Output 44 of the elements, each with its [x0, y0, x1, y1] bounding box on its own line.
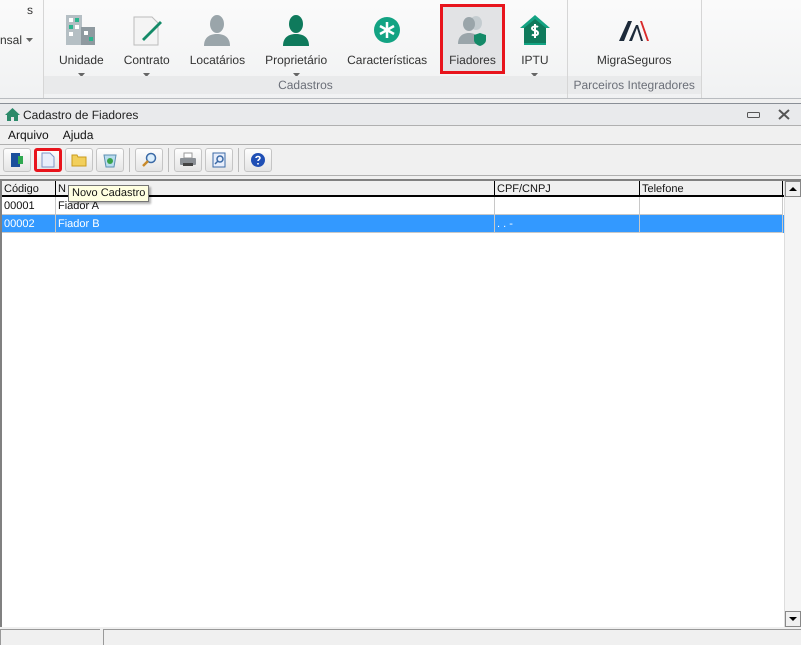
- toolbar-button[interactable]: [205, 148, 233, 172]
- window-title: Cadastro de Fiadores: [23, 106, 138, 124]
- toolbar-button[interactable]: [174, 148, 202, 172]
- table-cell: . . -: [495, 215, 640, 233]
- toolbar-button[interactable]: [135, 148, 163, 172]
- ribbon-item[interactable]: nsal: [0, 31, 22, 49]
- ribbon-button[interactable]: MigraSeguros: [576, 4, 693, 74]
- folder-icon: [71, 153, 87, 167]
- tooltip: Novo Cadastro: [68, 185, 150, 202]
- column-header[interactable]: Telefone: [640, 181, 783, 195]
- bin-icon: [102, 152, 118, 168]
- blank-page-icon: [41, 152, 55, 168]
- ribbon-button[interactable]: Locatários: [182, 4, 252, 74]
- down-arrow-icon[interactable]: [789, 617, 797, 621]
- group-label: Parceiros Integradores: [568, 76, 701, 94]
- search-icon: [141, 152, 157, 168]
- ribbon-item[interactable]: s: [27, 1, 33, 19]
- page-magnifier-icon: [211, 152, 227, 168]
- minimize-icon[interactable]: [747, 112, 760, 118]
- table-cell: 00002: [2, 215, 56, 233]
- close-icon[interactable]: [778, 109, 790, 120]
- ribbon-button[interactable]: IPTU: [510, 4, 559, 74]
- menu-item[interactable]: Arquivo: [8, 126, 49, 144]
- house-icon: [5, 108, 20, 121]
- table-cell: Fiador B: [56, 215, 495, 233]
- menu-item[interactable]: Ajuda: [62, 126, 94, 144]
- ribbon-button[interactable]: Proprietário: [258, 4, 334, 74]
- table-row[interactable]: 00001 Fiador A: [2, 197, 784, 215]
- ribbon-button[interactable]: Características: [340, 4, 434, 74]
- toolbar-button[interactable]: [244, 148, 272, 172]
- toolbar-button[interactable]: [3, 148, 31, 172]
- door-icon: [9, 152, 25, 168]
- column-header[interactable]: Código: [2, 181, 56, 195]
- printer-icon: [179, 152, 197, 168]
- group-label: Cadastros: [44, 76, 567, 94]
- scrollbar[interactable]: [784, 181, 801, 627]
- up-arrow-icon[interactable]: [789, 187, 797, 191]
- toolbar-button[interactable]: [34, 148, 62, 172]
- help-icon: [250, 152, 266, 168]
- ribbon-button[interactable]: Unidade: [52, 4, 111, 74]
- ribbon-button[interactable]: Contrato: [116, 4, 177, 74]
- column-header[interactable]: CPF/CNPJ: [495, 181, 640, 195]
- house-dollar-icon: [518, 13, 552, 47]
- ribbon-button[interactable]: Fiadores: [440, 4, 505, 74]
